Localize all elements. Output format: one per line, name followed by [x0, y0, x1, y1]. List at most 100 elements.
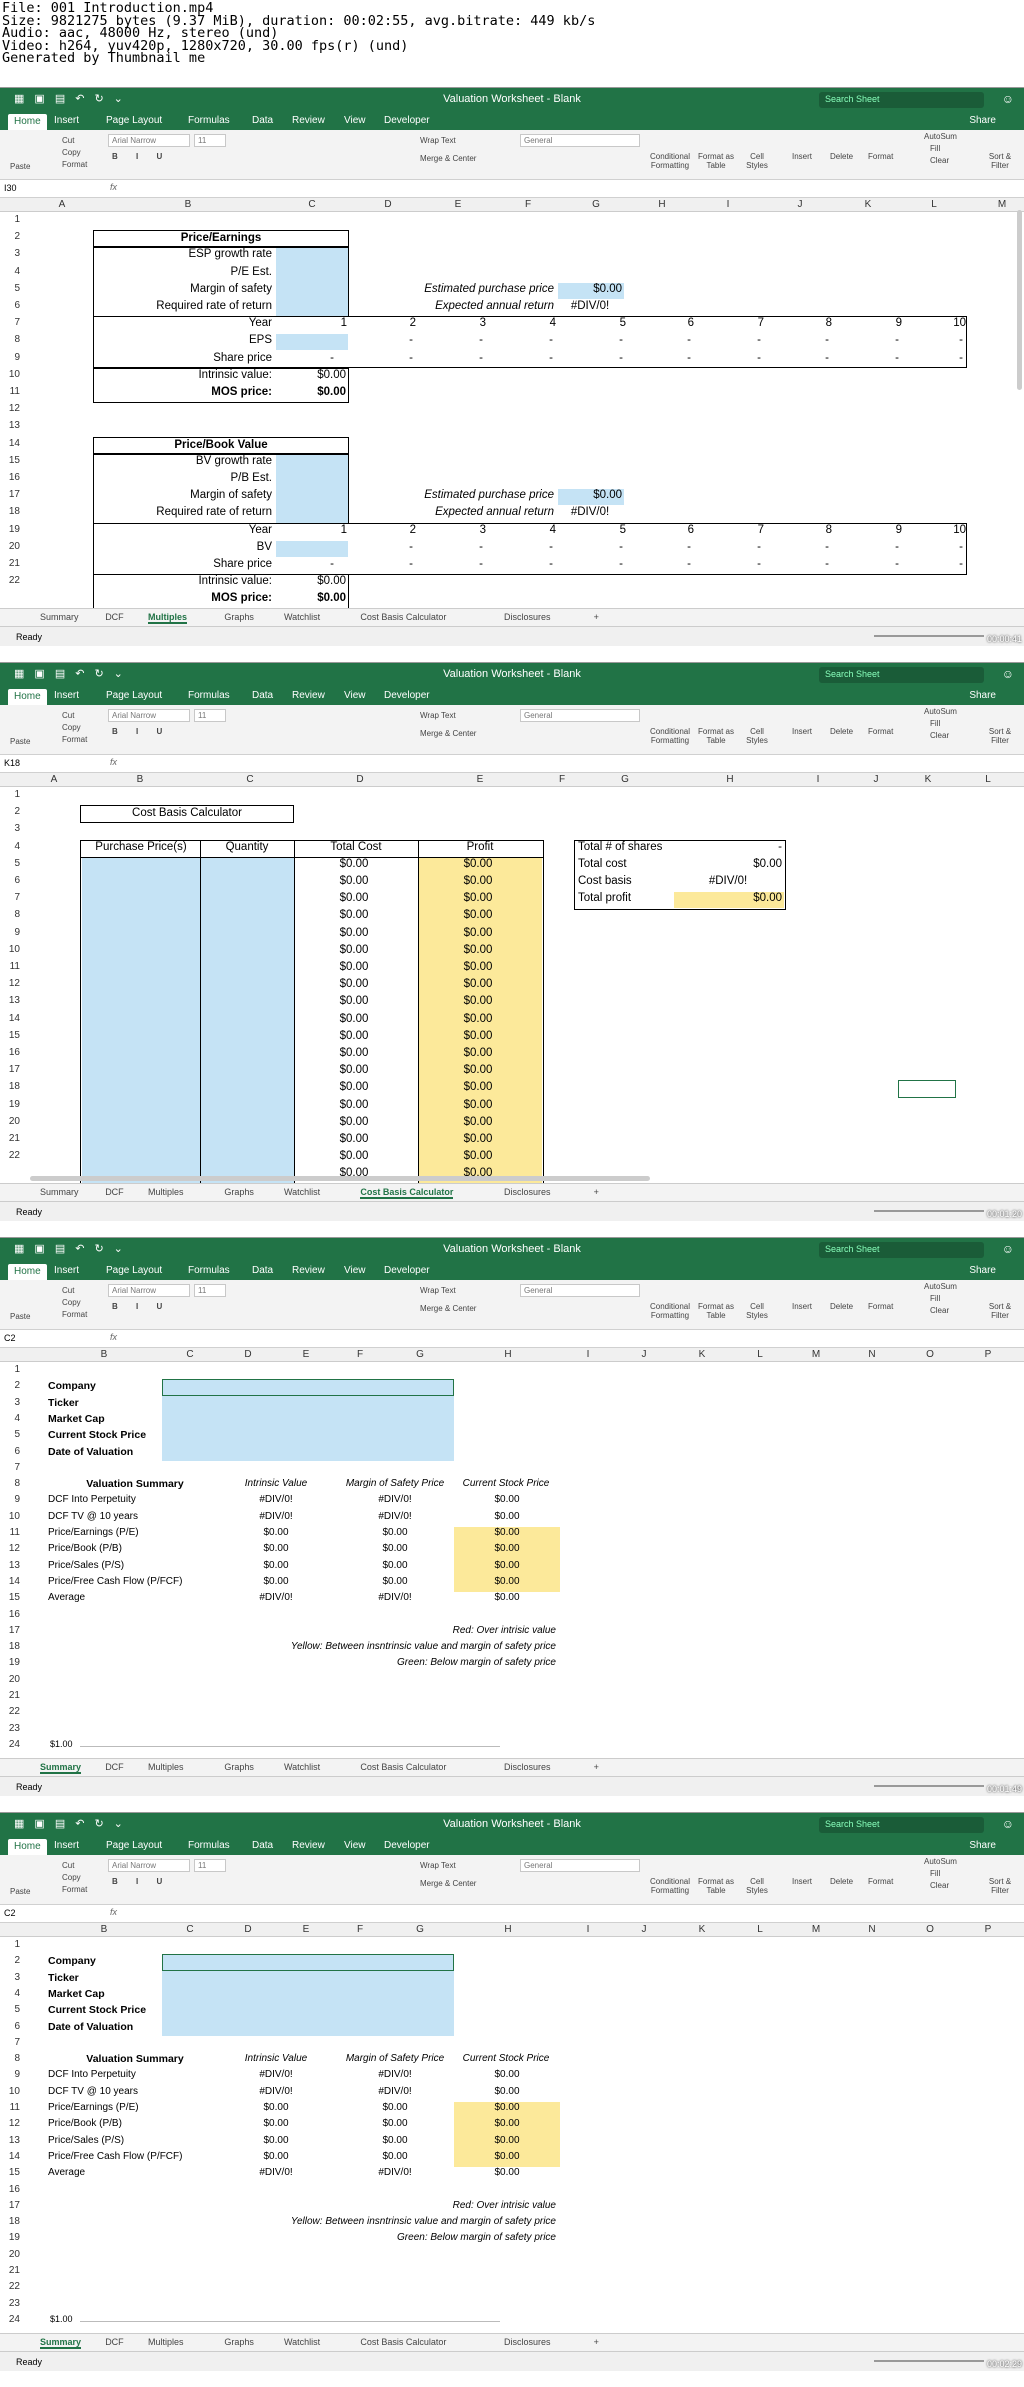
- row-header[interactable]: 12: [0, 978, 24, 989]
- sheet-tab-watchlist[interactable]: Watchlist: [284, 2337, 320, 2347]
- column-header[interactable]: K: [692, 1924, 712, 1935]
- tab-data[interactable]: Data: [246, 1840, 279, 1851]
- row-header[interactable]: 12: [0, 403, 24, 414]
- format-as-table-button[interactable]: Format as Table: [698, 727, 734, 745]
- row-header[interactable]: 2: [0, 231, 24, 242]
- input-cells[interactable]: [276, 454, 348, 523]
- number-format-select[interactable]: General: [520, 134, 640, 147]
- merge-center-button[interactable]: Merge & Center: [420, 154, 476, 163]
- column-header[interactable]: O: [920, 1924, 940, 1935]
- tab-formulas[interactable]: Formulas: [182, 1840, 236, 1851]
- input-cells[interactable]: [276, 248, 348, 317]
- paste-button[interactable]: Paste: [10, 1887, 30, 1896]
- row-header[interactable]: 19: [0, 524, 24, 535]
- sheet-tab-multiples[interactable]: Multiples: [148, 2337, 184, 2347]
- column-header[interactable]: F: [350, 1349, 370, 1360]
- tab-view[interactable]: View: [338, 1265, 372, 1276]
- function-icon[interactable]: fx: [110, 1332, 117, 1342]
- column-header[interactable]: L: [978, 774, 998, 785]
- merge-center-button[interactable]: Merge & Center: [420, 729, 476, 738]
- row-header[interactable]: 9: [0, 1494, 24, 1505]
- zoom-slider[interactable]: [874, 2360, 984, 2362]
- merge-center-button[interactable]: Merge & Center: [420, 1879, 476, 1888]
- row-header[interactable]: 13: [0, 995, 24, 1006]
- tab-data[interactable]: Data: [246, 115, 279, 126]
- row-header[interactable]: 4: [0, 1413, 24, 1424]
- worksheet-grid[interactable]: B C D E F G H I J K L M N O P 1 2 3 4 5 6 7 8 9 10 11 12 13 14 15 16 17…: [0, 1348, 1024, 1758]
- paste-button[interactable]: Paste: [10, 737, 30, 746]
- tab-developer[interactable]: Developer: [378, 115, 436, 126]
- clear-button[interactable]: Clear: [930, 1306, 949, 1315]
- sort-filter-button[interactable]: Sort & Filter: [984, 1302, 1016, 1320]
- column-header[interactable]: D: [238, 1924, 258, 1935]
- sheet-tab-cost-basis-calculator[interactable]: Cost Basis Calculator: [360, 612, 446, 622]
- row-header[interactable]: 5: [0, 858, 24, 869]
- column-header[interactable]: K: [858, 199, 878, 210]
- row-header[interactable]: 7: [0, 892, 24, 903]
- sheet-tab-watchlist[interactable]: Watchlist: [284, 1187, 320, 1197]
- paste-button[interactable]: Paste: [10, 162, 30, 171]
- row-header[interactable]: 16: [0, 2184, 24, 2195]
- wrap-text-button[interactable]: Wrap Text: [420, 136, 456, 145]
- row-header[interactable]: 13: [0, 1560, 24, 1571]
- format-cells-button[interactable]: Format: [868, 727, 893, 736]
- row-header[interactable]: 19: [0, 1099, 24, 1110]
- sort-filter-button[interactable]: Sort & Filter: [984, 152, 1016, 170]
- sheet-tab-dcf[interactable]: DCF: [105, 2337, 124, 2347]
- tab-developer[interactable]: Developer: [378, 1265, 436, 1276]
- tab-home[interactable]: Home: [8, 689, 47, 705]
- function-icon[interactable]: fx: [110, 182, 117, 192]
- copy-button[interactable]: Copy: [62, 1873, 81, 1882]
- row-header[interactable]: 2: [0, 1955, 24, 1966]
- row-header[interactable]: 6: [0, 1446, 24, 1457]
- conditional-formatting-button[interactable]: Conditional Formatting: [650, 152, 690, 170]
- sheet-tab-multiples[interactable]: Multiples: [148, 612, 188, 624]
- share-button[interactable]: Share: [969, 1265, 996, 1276]
- row-header[interactable]: 15: [0, 455, 24, 466]
- row-header[interactable]: 5: [0, 1429, 24, 1440]
- row-header[interactable]: 22: [0, 1150, 24, 1161]
- row-header[interactable]: 14: [0, 2151, 24, 2162]
- name-box[interactable]: C2: [4, 1333, 54, 1345]
- tab-home[interactable]: Home: [8, 1839, 47, 1855]
- share-button[interactable]: Share: [969, 690, 996, 701]
- tab-formulas[interactable]: Formulas: [182, 1265, 236, 1276]
- search-input[interactable]: Search Sheet: [819, 92, 984, 108]
- feedback-icon[interactable]: ☺: [1002, 1242, 1014, 1256]
- font-name-select[interactable]: Arial Narrow: [108, 1284, 190, 1297]
- tab-view[interactable]: View: [338, 115, 372, 126]
- row-header[interactable]: 10: [0, 369, 24, 380]
- sheet-tab-disclosures[interactable]: Disclosures: [504, 1187, 551, 1197]
- row-header[interactable]: 22: [0, 575, 24, 586]
- column-header[interactable]: H: [720, 774, 740, 785]
- column-header[interactable]: A: [44, 774, 64, 785]
- insert-cells-button[interactable]: Insert: [792, 727, 812, 736]
- feedback-icon[interactable]: ☺: [1002, 1817, 1014, 1831]
- sheet-tab-dcf[interactable]: DCF: [105, 1187, 124, 1197]
- copy-button[interactable]: Copy: [62, 1298, 81, 1307]
- worksheet-grid[interactable]: A B C D E F G H I J K L 1 2 3 4 5 6 7 8 9 10 11 12 13 14 15 16 17 18 1…: [0, 773, 1024, 1183]
- cut-button[interactable]: Cut: [62, 1286, 74, 1295]
- column-header[interactable]: G: [586, 199, 606, 210]
- tab-page-layout[interactable]: Page Layout: [100, 1265, 168, 1276]
- fill-button[interactable]: Fill: [930, 719, 940, 728]
- column-header[interactable]: K: [918, 774, 938, 785]
- column-header[interactable]: E: [296, 1349, 316, 1360]
- sheet-tab-dcf[interactable]: DCF: [105, 612, 124, 622]
- column-header[interactable]: C: [302, 199, 322, 210]
- row-header[interactable]: 17: [0, 2200, 24, 2211]
- add-sheet-icon[interactable]: +: [594, 612, 599, 622]
- column-header[interactable]: C: [180, 1349, 200, 1360]
- number-format-select[interactable]: General: [520, 709, 640, 722]
- row-header[interactable]: 11: [0, 2102, 24, 2113]
- tab-insert[interactable]: Insert: [48, 1840, 85, 1851]
- sheet-tab-disclosures[interactable]: Disclosures: [504, 1762, 551, 1772]
- row-header[interactable]: 11: [0, 386, 24, 397]
- autosum-button[interactable]: AutoSum: [924, 132, 957, 141]
- row-header[interactable]: 20: [0, 541, 24, 552]
- metric-input-cell[interactable]: [276, 334, 348, 351]
- row-header[interactable]: 8: [0, 1478, 24, 1489]
- cell-styles-button[interactable]: Cell Styles: [742, 1877, 772, 1895]
- delete-cells-button[interactable]: Delete: [830, 727, 853, 736]
- tab-developer[interactable]: Developer: [378, 690, 436, 701]
